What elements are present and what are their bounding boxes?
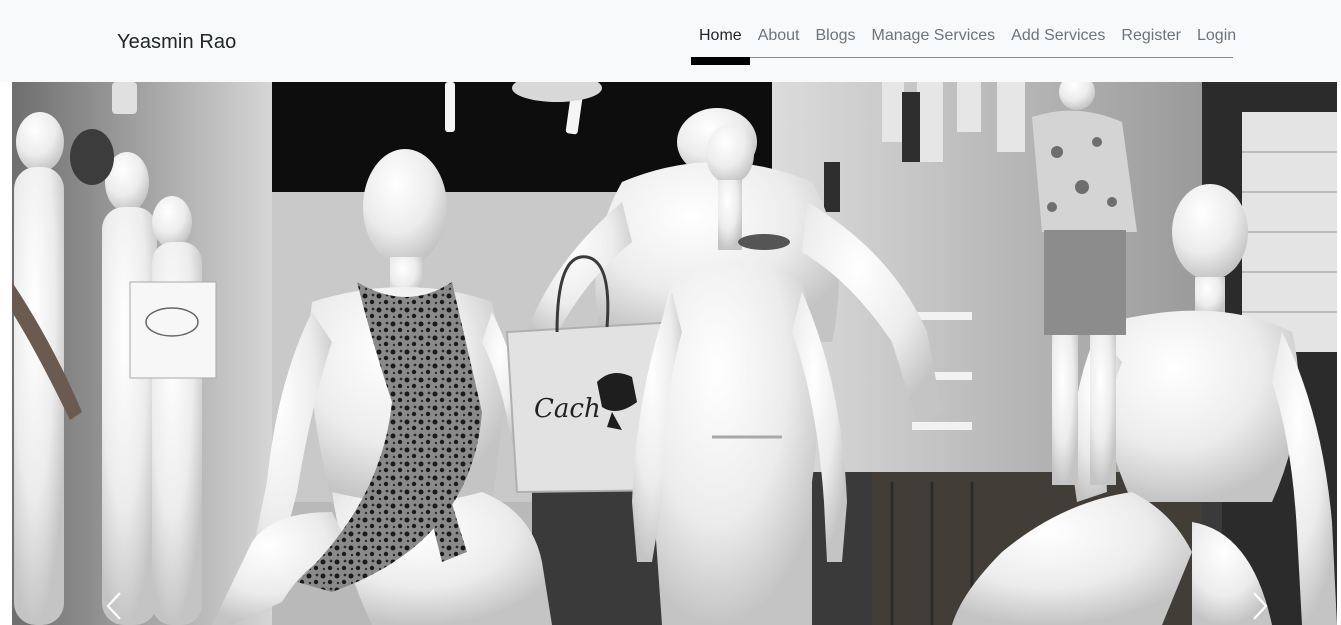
- carousel-slide-image: Cach: [12, 82, 1337, 625]
- nav-link-blogs[interactable]: Blogs: [816, 22, 856, 50]
- hero-carousel: Cach: [12, 82, 1337, 625]
- svg-text:Cach: Cach: [534, 394, 601, 424]
- nav-links: Home About Blogs Manage Services Add Ser…: [691, 22, 1236, 58]
- nav-link-register[interactable]: Register: [1121, 22, 1181, 50]
- nav-link-manage-services[interactable]: Manage Services: [872, 22, 996, 50]
- nav-link-add-services[interactable]: Add Services: [1011, 22, 1105, 50]
- chevron-left-icon: [106, 592, 121, 620]
- nav-link-login[interactable]: Login: [1197, 22, 1236, 50]
- nav-link-home[interactable]: Home: [691, 22, 750, 50]
- active-nav-indicator: [691, 57, 750, 65]
- carousel-prev-button[interactable]: [94, 582, 134, 625]
- chevron-right-icon: [1253, 592, 1268, 620]
- navbar: Yeasmin Rao Home About Blogs Manage Serv…: [0, 0, 1341, 82]
- brand-name[interactable]: Yeasmin Rao: [117, 29, 236, 55]
- carousel-next-button[interactable]: [1240, 582, 1280, 625]
- nav-link-about[interactable]: About: [758, 22, 800, 50]
